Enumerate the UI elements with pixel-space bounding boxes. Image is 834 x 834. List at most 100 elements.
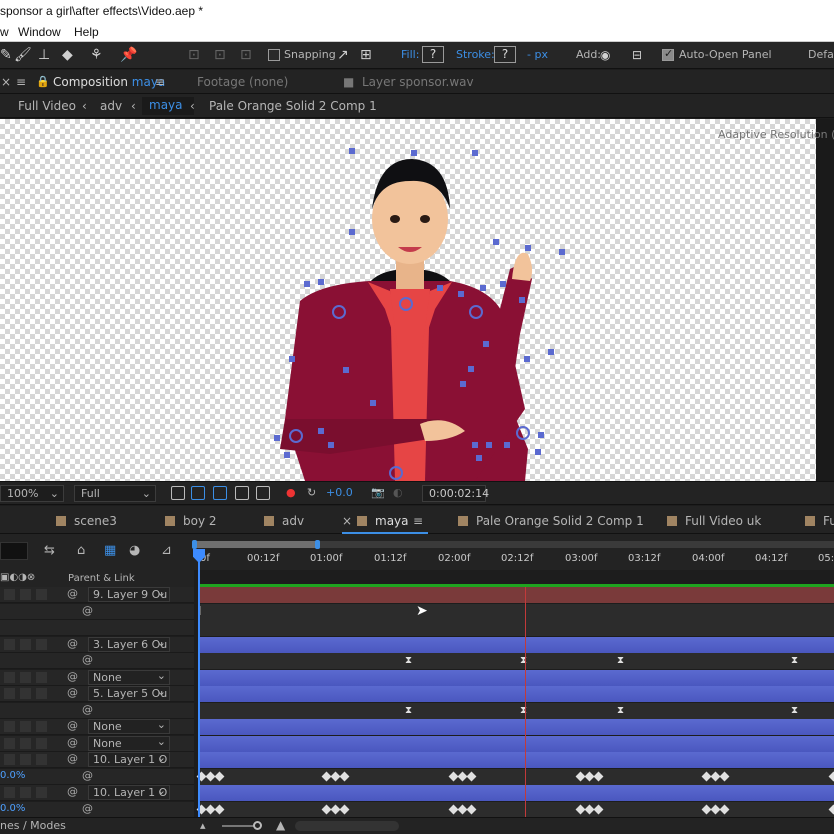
layer-switch-box[interactable] [4, 721, 15, 732]
breadcrumb-pale-orange[interactable]: Pale Orange Solid 2 Comp 1 [209, 99, 377, 113]
tab-menu-icon[interactable]: ≡ [413, 514, 423, 528]
search-input[interactable] [0, 542, 28, 560]
zoom-slider-thumb[interactable] [253, 821, 262, 830]
layer-row-controls[interactable]: @10. Layer 1 O ⌄ [0, 751, 194, 768]
expression-pickwhip-icon[interactable]: @ [82, 703, 93, 716]
pen-tool-icon[interactable]: ✎ [0, 47, 12, 63]
property-value[interactable]: 0.0% [0, 770, 25, 781]
composition-menu-icon[interactable]: ≡ [155, 75, 165, 89]
transparency-grid-icon[interactable] [191, 486, 205, 500]
layer-row-controls[interactable]: @9. Layer 9 Ou ⌄ [0, 586, 194, 603]
close-icon[interactable]: × [342, 514, 352, 528]
clone-stamp-icon[interactable]: ⊥ [38, 47, 50, 63]
layer-switch-box[interactable] [36, 688, 47, 699]
tab-maya[interactable]: maya [357, 514, 409, 528]
hold-keyframe[interactable]: ⧗ [405, 705, 412, 716]
pickwhip-icon[interactable]: @ [67, 686, 78, 699]
layer-duration-bar[interactable] [198, 637, 834, 653]
toggle-switches-modes[interactable]: nes / Modes [0, 819, 66, 832]
layer-switch-box[interactable] [20, 787, 31, 798]
tab-scene3[interactable]: scene3 [56, 514, 117, 528]
layer-switch-box[interactable] [20, 672, 31, 683]
tab-boy-2[interactable]: boy 2 [165, 514, 217, 528]
exposure-value[interactable]: +0.0 [326, 486, 353, 500]
breadcrumb-adv[interactable]: adv [100, 99, 122, 113]
layer-duration-bar[interactable] [198, 736, 834, 752]
pickwhip-icon[interactable]: @ [67, 637, 78, 650]
zoom-in-icon[interactable]: ▲ [276, 818, 285, 832]
layer-switch-box[interactable] [36, 672, 47, 683]
keyframe-diamond[interactable] [593, 771, 604, 782]
time-ruler[interactable]: 0f 00:12f 01:00f 01:12f 02:00f 02:12f 03… [194, 534, 834, 570]
tab-footage[interactable]: Footage (none) [197, 75, 288, 89]
layer-switch-box[interactable] [36, 754, 47, 765]
close-icon[interactable]: × [1, 75, 11, 89]
zoom-out-icon[interactable]: ▴ [200, 819, 206, 832]
layer-duration-bar[interactable] [198, 719, 834, 735]
reset-exposure-icon[interactable]: ↻ [307, 486, 316, 500]
layer-duration-bar[interactable] [198, 670, 834, 686]
tab-fu[interactable]: Fu [805, 514, 834, 528]
composition-viewer[interactable]: Adaptive Resolution (1/1 [0, 119, 834, 481]
layer-switch-box[interactable] [4, 738, 15, 749]
pickwhip-icon[interactable]: @ [67, 736, 78, 749]
layer-duration-bar[interactable]: ⧗ ⧗ ⧗ ⧗ [198, 653, 834, 669]
layer-row-controls[interactable]: @ [0, 703, 194, 719]
layer-switch-box[interactable] [20, 738, 31, 749]
tab-full-video-uk[interactable]: Full Video uk [667, 514, 761, 528]
layer-row-controls[interactable]: @ [0, 653, 194, 669]
view-axis-icon[interactable]: ⊡ [240, 47, 252, 63]
pickwhip-icon[interactable]: @ [67, 670, 78, 683]
hold-keyframe[interactable]: ⧗ [791, 705, 798, 716]
layer-row-controls[interactable]: @0.0% [0, 769, 194, 785]
layer-duration-bar[interactable] [196, 802, 834, 818]
layer-switch-box[interactable] [20, 688, 31, 699]
hold-keyframe[interactable]: ⧗ [617, 705, 624, 716]
keyframe-diamond[interactable] [214, 771, 225, 782]
workspace-default[interactable]: Defau [808, 48, 834, 62]
tab-pale-orange-solid[interactable]: Pale Orange Solid 2 Comp 1 [458, 514, 644, 528]
keyframe-diamond[interactable] [339, 771, 350, 782]
layer-switch-box[interactable] [36, 787, 47, 798]
hold-keyframe[interactable]: ⧗ [617, 655, 624, 666]
snapshot-icon[interactable]: 📷 [371, 486, 385, 500]
layer-row-controls[interactable]: @ None ⌄ [0, 735, 194, 752]
keyframe-diamond[interactable] [339, 804, 350, 815]
layer-duration-bar[interactable] [198, 620, 834, 636]
property-value[interactable]: 0.0% [0, 803, 25, 814]
layer-switch-box[interactable] [4, 589, 15, 600]
layer-row-controls[interactable]: @ None ⌄ [0, 669, 194, 686]
timeline-scrollbar[interactable] [295, 821, 399, 831]
layer-duration-bar[interactable]: ⧗ ⧗ ⧗ ⧗ [198, 703, 834, 719]
menu-window[interactable]: Window [18, 22, 61, 42]
local-axis-icon[interactable]: ⊡ [188, 47, 200, 63]
layer-duration-bar[interactable] [198, 686, 834, 702]
layer-duration-bar[interactable] [196, 769, 834, 785]
layer-switch-box[interactable] [20, 754, 31, 765]
layer-switch-box[interactable] [36, 738, 47, 749]
layer-switch-box[interactable] [36, 721, 47, 732]
world-axis-icon[interactable]: ⊡ [214, 47, 226, 63]
keyframe-diamond[interactable] [593, 804, 604, 815]
roto-brush-icon[interactable]: ⚘ [90, 47, 103, 63]
parent-dropdown[interactable]: 10. Layer 1 O ⌄ [88, 751, 170, 767]
menu-view[interactable]: w [0, 22, 9, 42]
parent-dropdown[interactable]: None ⌄ [88, 718, 170, 734]
fast-preview-icon[interactable] [171, 486, 185, 500]
layer-switch-box[interactable] [20, 639, 31, 650]
layer-switch-box[interactable] [4, 688, 15, 699]
layer-switch-box[interactable] [4, 639, 15, 650]
puppet-pin-icon[interactable]: 📌 [120, 47, 137, 63]
layer-switch-box[interactable] [36, 589, 47, 600]
snap-edge-icon[interactable]: ↗ [337, 47, 349, 63]
pickwhip-icon[interactable]: @ [67, 719, 78, 732]
layer-duration-bar[interactable]: I [198, 604, 834, 620]
keyframe-diamond[interactable] [719, 771, 730, 782]
keyframe-diamond[interactable] [466, 804, 477, 815]
layer-switch-box[interactable] [20, 589, 31, 600]
layer-row-controls[interactable]: @10. Layer 1 O ⌄ [0, 784, 194, 801]
keyframe-diamond[interactable] [719, 804, 730, 815]
toggle-mask-icon[interactable]: ⊟ [632, 47, 642, 63]
breadcrumb-maya[interactable]: maya [142, 97, 194, 115]
expression-pickwhip-icon[interactable]: @ [82, 802, 93, 815]
